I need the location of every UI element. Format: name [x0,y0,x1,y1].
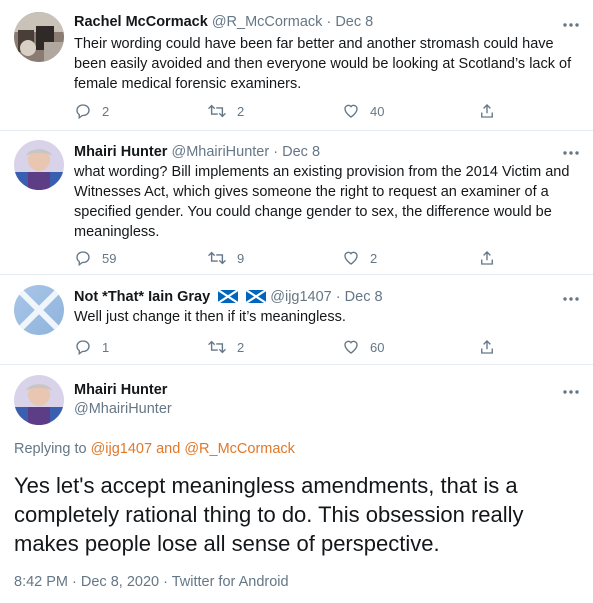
avatar[interactable] [14,285,64,335]
reply-count: 59 [102,250,117,266]
tweet-header: Not *That* Iain Gray @ijg1407 · Dec 8 [74,288,383,306]
reply-button[interactable]: 2 [74,101,109,121]
share-icon [481,340,493,354]
main-author-handle[interactable]: @MhairiHunter [74,400,172,418]
avatar[interactable] [14,375,64,425]
share-button[interactable] [478,248,506,268]
tweet-header: Rachel McCormack @R_McCormack · Dec 8 [74,13,373,31]
replying-to-label: Replying to [14,441,87,457]
scotland-flag-icon [218,290,239,303]
tweet-date[interactable]: Dec 8 [335,14,373,30]
tweet-1[interactable]: Rachel McCormack @R_McCormack · Dec 8 Th… [0,0,593,130]
reply-button[interactable]: 59 [74,248,116,268]
reply-icon [76,104,90,120]
tweet-actions: 2 2 40 [74,101,524,121]
scotland-flag-icon [246,290,267,303]
tweet-text: Well just change it then if it’s meaning… [74,309,346,325]
main-author-name[interactable]: Mhairi Hunter [74,381,167,399]
more-options-icon[interactable] [561,384,581,394]
reply-icon [76,340,90,356]
tweet-text: what wording? Bill implements an existin… [74,164,570,240]
author-handle[interactable]: @ijg1407 [270,289,331,305]
author-name[interactable]: Rachel McCormack [74,14,208,30]
replying-to-user[interactable]: @ijg1407 [91,441,152,457]
avatar[interactable] [14,12,64,62]
author-handle[interactable]: @R_McCormack [212,14,323,30]
main-tweet-text: Yes let's accept meaningless amendments,… [14,473,524,556]
replying-to-and: and [156,441,181,457]
separator: · [326,14,332,30]
retweet-button[interactable]: 2 [207,101,244,121]
separator: · [335,289,341,305]
heart-icon [344,251,358,265]
tweet-2[interactable]: Mhairi Hunter @MhairiHunter · Dec 8 what… [0,131,593,282]
retweet-icon [208,340,226,354]
tweet-metadata[interactable]: 8:42 PM · Dec 8, 2020 · Twitter for Andr… [14,573,289,591]
retweet-count: 2 [237,339,245,355]
author-handle[interactable]: @MhairiHunter [171,144,269,160]
more-options-icon[interactable] [561,145,581,155]
retweet-icon [208,104,226,118]
share-button[interactable] [478,101,506,121]
retweet-count: 2 [237,103,245,119]
share-icon [481,251,493,265]
retweet-button[interactable]: 2 [207,337,244,357]
replying-to: Replying to @ijg1407 and @R_McCormack [14,440,295,458]
reply-count: 2 [102,103,110,119]
heart-icon [344,104,358,118]
retweet-button[interactable]: 9 [207,248,244,268]
author-name[interactable]: Mhairi Hunter [74,144,167,160]
author-name[interactable]: Not *That* Iain Gray [74,289,210,305]
tweet-3[interactable]: Not *That* Iain Gray @ijg1407 · Dec 8 We… [0,275,593,365]
like-count: 60 [370,339,385,355]
tweet-text: Their wording could have been far better… [74,36,572,92]
tweet-date[interactable]: Dec 8 [282,144,320,160]
reply-button[interactable]: 1 [74,337,109,357]
share-button[interactable] [478,337,506,357]
tweet-date[interactable]: Dec 8 [345,289,383,305]
more-options-icon[interactable] [561,291,581,301]
tweet-header: Mhairi Hunter @MhairiHunter · Dec 8 [74,143,320,161]
reply-icon [76,251,90,267]
retweet-count: 9 [237,250,245,266]
tweet-actions: 1 2 60 [74,337,524,357]
retweet-icon [208,251,226,265]
heart-icon [344,340,358,354]
tweet-actions: 59 9 2 [74,248,524,268]
like-button[interactable]: 60 [342,337,384,357]
share-icon [481,104,493,118]
like-button[interactable]: 2 [342,248,377,268]
like-button[interactable]: 40 [342,101,384,121]
like-count: 2 [370,250,378,266]
like-count: 40 [370,103,385,119]
divider [0,364,593,365]
reply-count: 1 [102,339,110,355]
replying-to-user[interactable]: @R_McCormack [184,441,295,457]
more-options-icon[interactable] [561,17,581,27]
separator: · [273,144,279,160]
avatar[interactable] [14,140,64,190]
